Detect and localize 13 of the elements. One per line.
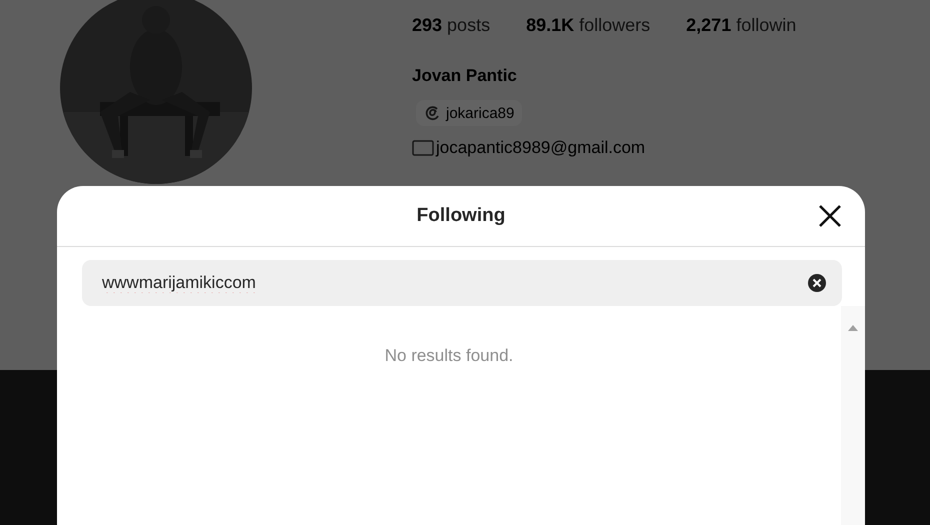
mail-icon <box>412 140 434 156</box>
search-field[interactable]: wwwmarijamikiccom <box>82 260 842 306</box>
threads-link[interactable]: jokarica89 <box>416 100 522 126</box>
empty-message: No results found. <box>384 346 514 365</box>
profile-name: Jovan Pantic <box>412 66 518 86</box>
search-input[interactable]: wwwmarijamikiccom <box>102 273 806 293</box>
stat-text: 89.1K followers <box>526 15 650 36</box>
stat-text: 293 posts <box>412 15 490 36</box>
email-text: jocapantic8989@gmail.com <box>436 138 646 158</box>
stat-text: 2,271 followin <box>686 15 796 36</box>
clear-button[interactable] <box>806 272 828 294</box>
close-button[interactable] <box>817 203 843 229</box>
dialog-title: Following <box>416 205 506 227</box>
